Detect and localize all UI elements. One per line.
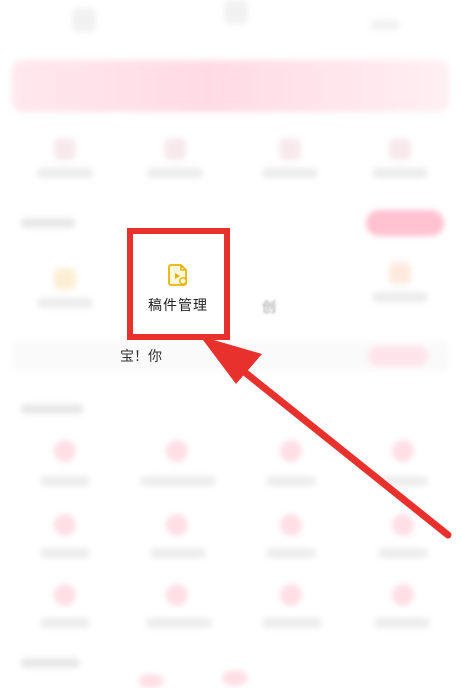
- pointer-arrow-icon: [200, 336, 452, 539]
